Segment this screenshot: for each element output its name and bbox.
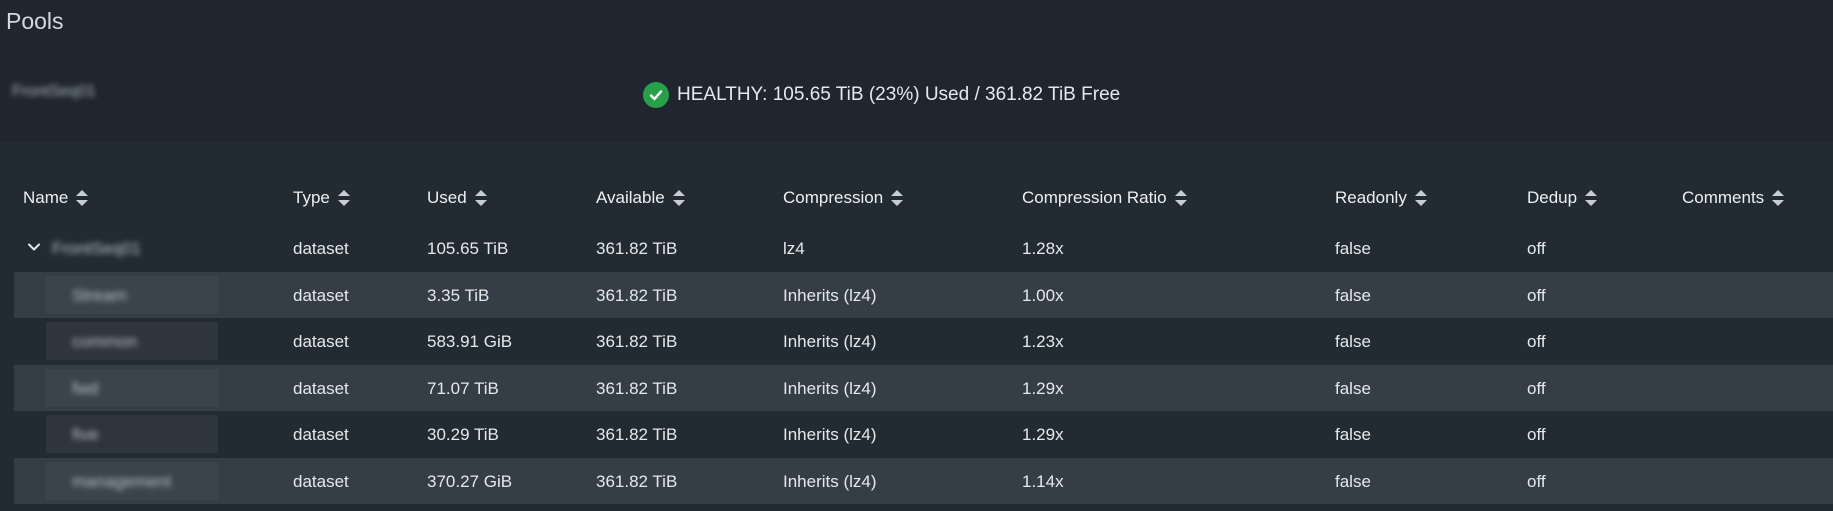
dataset-used: 30.29 TiB	[427, 425, 499, 444]
pool-name[interactable]: FrontSeq01	[12, 83, 96, 101]
dataset-name[interactable]: management	[72, 472, 171, 492]
dataset-compression: Inherits (lz4)	[783, 285, 877, 305]
dataset-type: dataset	[293, 285, 349, 305]
table-header: Name Type Used Available Compression Com…	[0, 184, 1833, 214]
dataset-compression: lz4	[783, 239, 805, 258]
sort-icon[interactable]	[1414, 190, 1427, 206]
dataset-compression: Inherits (lz4)	[783, 332, 877, 351]
dataset-compression-ratio: 1.00x	[1022, 285, 1064, 305]
column-header-comments[interactable]: Comments	[1682, 188, 1785, 208]
column-header-readonly[interactable]: Readonly	[1335, 188, 1427, 208]
sort-icon[interactable]	[474, 190, 487, 206]
column-header-compression[interactable]: Compression	[783, 188, 904, 208]
dataset-compression: Inherits (lz4)	[783, 471, 877, 491]
dataset-type: dataset	[293, 471, 349, 491]
dataset-available: 361.82 TiB	[596, 378, 678, 398]
page-title: Pools	[6, 8, 64, 34]
column-header-dedup[interactable]: Dedup	[1527, 188, 1598, 208]
dataset-readonly: false	[1335, 425, 1371, 444]
pools-page: Pools FrontSeq01 HEALTHY: 105.65 TiB (23…	[0, 0, 1833, 511]
dataset-dedup: off	[1527, 378, 1546, 398]
dataset-available: 361.82 TiB	[596, 332, 678, 351]
dataset-dedup: off	[1527, 471, 1546, 491]
dataset-dedup: off	[1527, 332, 1546, 351]
dataset-compression-ratio: 1.29x	[1022, 378, 1064, 398]
table-row[interactable]: FrontSeq01 dataset 105.65 TiB 361.82 TiB…	[0, 225, 1833, 272]
table-row[interactable]: management dataset 370.27 GiB 361.82 TiB…	[14, 457, 1833, 504]
column-header-used[interactable]: Used	[427, 188, 487, 208]
table-body: FrontSeq01 dataset 105.65 TiB 361.82 TiB…	[0, 225, 1833, 504]
sort-icon[interactable]	[672, 190, 685, 206]
dataset-compression-ratio: 1.29x	[1022, 425, 1064, 444]
dataset-used: 370.27 GiB	[427, 471, 513, 491]
dataset-compression: Inherits (lz4)	[783, 425, 877, 444]
sort-icon[interactable]	[1174, 190, 1187, 206]
chevron-down-icon[interactable]	[26, 239, 42, 255]
dataset-compression-ratio: 1.23x	[1022, 332, 1064, 351]
dataset-available: 361.82 TiB	[596, 239, 678, 258]
dataset-name[interactable]: Stream	[72, 286, 127, 306]
dataset-readonly: false	[1335, 332, 1371, 351]
dataset-used: 583.91 GiB	[427, 332, 513, 351]
sort-icon[interactable]	[1772, 190, 1785, 206]
dataset-readonly: false	[1335, 471, 1371, 491]
dataset-compression-ratio: 1.28x	[1022, 239, 1064, 258]
dataset-name[interactable]: common	[72, 332, 137, 352]
dataset-used: 105.65 TiB	[427, 239, 509, 258]
table-row[interactable]: Stream dataset 3.35 TiB 361.82 TiB Inher…	[14, 271, 1833, 318]
dataset-name[interactable]: fwd	[72, 379, 98, 399]
dataset-used: 3.35 TiB	[427, 285, 490, 305]
dataset-compression: Inherits (lz4)	[783, 378, 877, 398]
dataset-type: dataset	[293, 378, 349, 398]
dataset-compression-ratio: 1.14x	[1022, 471, 1064, 491]
column-header-type[interactable]: Type	[293, 188, 350, 208]
pool-header: FrontSeq01 HEALTHY: 105.65 TiB (23%) Use…	[0, 56, 1833, 136]
dataset-used: 71.07 TiB	[427, 378, 499, 398]
datasets-table: Name Type Used Available Compression Com…	[0, 142, 1833, 511]
sort-icon[interactable]	[76, 190, 89, 206]
dataset-dedup: off	[1527, 425, 1546, 444]
dataset-name[interactable]: FrontSeq01	[52, 239, 141, 259]
dataset-type: dataset	[293, 332, 349, 351]
dataset-readonly: false	[1335, 378, 1371, 398]
dataset-type: dataset	[293, 239, 349, 258]
dataset-name[interactable]: five	[72, 425, 98, 445]
sort-icon[interactable]	[891, 190, 904, 206]
dataset-available: 361.82 TiB	[596, 425, 678, 444]
dataset-readonly: false	[1335, 285, 1371, 305]
dataset-available: 361.82 TiB	[596, 471, 678, 491]
column-header-compression-ratio[interactable]: Compression Ratio	[1022, 188, 1187, 208]
dataset-readonly: false	[1335, 239, 1371, 258]
table-row[interactable]: common dataset 583.91 GiB 361.82 TiB Inh…	[0, 318, 1833, 365]
dataset-available: 361.82 TiB	[596, 285, 678, 305]
column-header-available[interactable]: Available	[596, 188, 685, 208]
sort-icon[interactable]	[1585, 190, 1598, 206]
column-header-name[interactable]: Name	[23, 188, 89, 208]
sort-icon[interactable]	[337, 190, 350, 206]
dataset-dedup: off	[1527, 239, 1546, 258]
pool-health-status: HEALTHY: 105.65 TiB (23%) Used / 361.82 …	[643, 82, 1120, 108]
dataset-type: dataset	[293, 425, 349, 444]
table-row[interactable]: five dataset 30.29 TiB 361.82 TiB Inheri…	[0, 411, 1833, 458]
dataset-dedup: off	[1527, 285, 1546, 305]
table-row[interactable]: fwd dataset 71.07 TiB 361.82 TiB Inherit…	[14, 364, 1833, 411]
health-text: HEALTHY: 105.65 TiB (23%) Used / 361.82 …	[677, 84, 1121, 105]
check-circle-icon	[643, 82, 669, 108]
